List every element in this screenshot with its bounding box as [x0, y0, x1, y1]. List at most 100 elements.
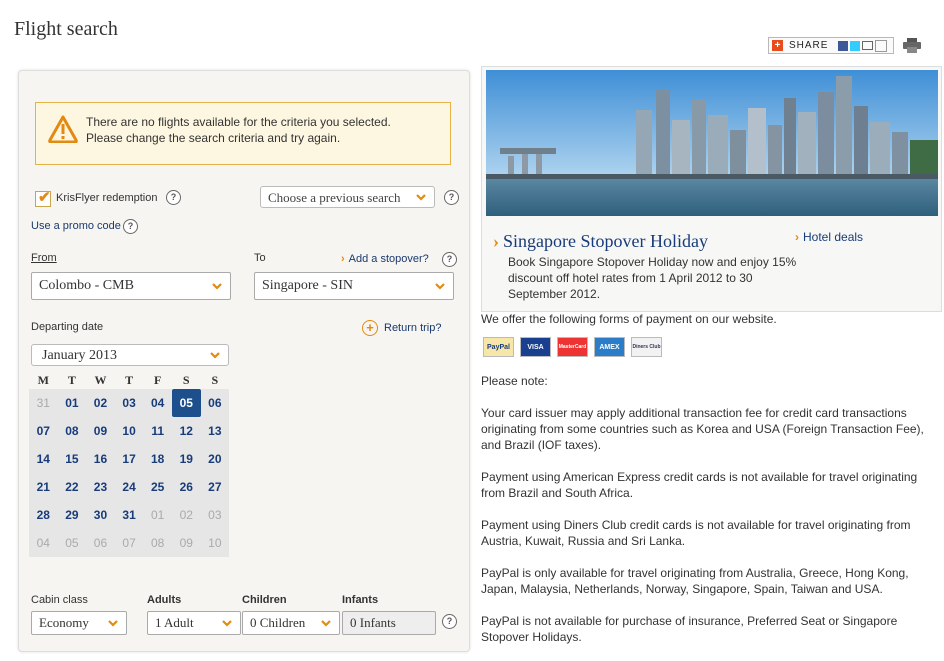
note-paragraph: Payment using Diners Club credit cards i…	[481, 518, 911, 548]
payment-intro: We offer the following forms of payment …	[481, 312, 777, 326]
help-icon[interactable]: ?	[442, 614, 457, 629]
calendar-day: 06	[86, 529, 115, 557]
help-icon[interactable]: ?	[442, 252, 457, 267]
promo-code-link[interactable]: Use a promo code	[31, 220, 121, 232]
print-icon[interactable]	[903, 38, 921, 53]
calendar-day[interactable]: 20	[200, 445, 230, 473]
mastercard-card-label: MasterCard	[558, 344, 587, 350]
calendar-day[interactable]: 14	[29, 445, 58, 473]
calendar-day[interactable]: 18	[143, 445, 172, 473]
month-value: January 2013	[42, 348, 118, 363]
amex-card-label: AMEX	[599, 343, 620, 351]
more-icon[interactable]	[875, 39, 888, 52]
calendar-day: 05	[57, 529, 87, 557]
weekday-label: T	[125, 373, 134, 387]
calendar-day[interactable]: 26	[171, 473, 201, 501]
calendar-day[interactable]: 25	[143, 473, 172, 501]
calendar-day: 31	[29, 389, 58, 417]
krisflyer-label: KrisFlyer redemption	[56, 192, 158, 204]
chevron-right-icon: ›	[795, 230, 799, 244]
stopover-promo-banner[interactable]: › Singapore Stopover Holiday Book Singapo…	[481, 66, 942, 312]
amex-icon: AMEX	[594, 337, 625, 357]
help-icon[interactable]: ?	[444, 190, 459, 205]
calendar-day[interactable]: 31	[114, 501, 144, 529]
calendar-day: 04	[29, 529, 58, 557]
checkmark-icon: ✔	[38, 189, 51, 206]
share-button[interactable]: + SHARE	[768, 37, 894, 54]
calendar-day[interactable]: 28	[29, 501, 58, 529]
calendar-day[interactable]: 22	[57, 473, 87, 501]
chevron-down-icon	[416, 194, 426, 201]
children-select[interactable]: 0 Children	[242, 611, 340, 635]
previous-search-select[interactable]: Choose a previous search	[260, 186, 435, 208]
paypal-card-label: PayPal	[487, 343, 510, 351]
email-icon[interactable]	[862, 41, 874, 50]
calendar-day[interactable]: 10	[114, 417, 144, 445]
infants-select[interactable]: 0 Infants	[342, 611, 436, 635]
weekday-header: MTWTFSS	[29, 371, 232, 389]
calendar-day[interactable]: 24	[114, 473, 144, 501]
calendar-day[interactable]: 01	[57, 389, 87, 417]
calendar-day[interactable]: 13	[200, 417, 230, 445]
calendar-day[interactable]: 16	[86, 445, 115, 473]
calendar-day[interactable]: 27	[200, 473, 230, 501]
to-label: To	[254, 252, 266, 264]
help-icon[interactable]: ?	[166, 190, 181, 205]
chevron-down-icon	[212, 283, 222, 290]
adults-value: 1 Adult	[155, 615, 194, 630]
calendar-day[interactable]: 08	[57, 417, 87, 445]
calendar-day-selected[interactable]: 05	[171, 389, 201, 417]
calendar-week: 31 01 02 03 04 05 06	[29, 389, 232, 417]
share-label: SHARE	[789, 40, 829, 51]
calendar-day[interactable]: 04	[143, 389, 172, 417]
calendar-day: 02	[171, 501, 201, 529]
singapore-skyline-image	[486, 70, 938, 216]
calendar-day[interactable]: 09	[86, 417, 115, 445]
weekday-label: S	[211, 373, 219, 387]
calendar-day[interactable]: 29	[57, 501, 87, 529]
calendar-day[interactable]: 17	[114, 445, 144, 473]
weekday-label: S	[182, 373, 190, 387]
facebook-icon[interactable]	[838, 40, 849, 51]
calendar-day[interactable]: 06	[200, 389, 230, 417]
calendar-week: 28 29 30 31 01 02 03	[29, 501, 232, 529]
promo-title[interactable]: › Singapore Stopover Holiday	[493, 231, 708, 252]
calendar-day[interactable]: 19	[171, 445, 201, 473]
calendar-day[interactable]: 21	[29, 473, 58, 501]
calendar-week: 04 05 06 07 08 09 10	[29, 529, 232, 557]
calendar-day[interactable]: 03	[114, 389, 144, 417]
calendar-grid: 31 01 02 03 04 05 06 07 08 09 10 11 12 13 14 15 16 17 18 19…	[29, 389, 232, 557]
calendar-day[interactable]: 12	[171, 417, 201, 445]
calendar-week: 14 15 16 17 18 19 20	[29, 445, 232, 473]
add-stopover-link[interactable]: › Add a stopover?	[341, 253, 429, 265]
cabin-class-label: Cabin class	[31, 594, 88, 606]
chevron-down-icon	[108, 620, 118, 627]
departing-label: Departing date	[31, 321, 104, 333]
flight-search-panel: There are no flights available for the c…	[18, 70, 470, 652]
to-select[interactable]: Singapore - SIN	[254, 272, 454, 300]
from-select[interactable]: Colombo - CMB	[31, 272, 231, 300]
plus-icon: +	[772, 40, 783, 51]
krisflyer-checkbox[interactable]: ✔	[35, 189, 51, 207]
from-value: Colombo - CMB	[39, 278, 134, 293]
calendar-day[interactable]: 30	[86, 501, 115, 529]
chevron-down-icon	[222, 620, 232, 627]
calendar-day[interactable]: 23	[86, 473, 115, 501]
calendar-week: 07 08 09 10 11 12 13	[29, 417, 232, 445]
previous-search-value: Choose a previous search	[268, 190, 401, 205]
calendar-day: 03	[200, 501, 230, 529]
cabin-class-select[interactable]: Economy	[31, 611, 127, 635]
calendar-day[interactable]: 07	[29, 417, 58, 445]
adults-select[interactable]: 1 Adult	[147, 611, 241, 635]
help-icon[interactable]: ?	[123, 219, 138, 234]
visa-icon: VISA	[520, 337, 551, 357]
from-label: From	[31, 252, 57, 264]
children-label: Children	[242, 594, 287, 606]
month-select[interactable]: January 2013	[31, 344, 229, 366]
return-trip-link[interactable]: + Return trip?	[362, 320, 441, 336]
hotel-deals-link[interactable]: › Hotel deals	[795, 230, 863, 244]
calendar-day[interactable]: 02	[86, 389, 115, 417]
calendar-day[interactable]: 15	[57, 445, 87, 473]
twitter-icon[interactable]	[850, 40, 861, 51]
calendar-day[interactable]: 11	[143, 417, 172, 445]
